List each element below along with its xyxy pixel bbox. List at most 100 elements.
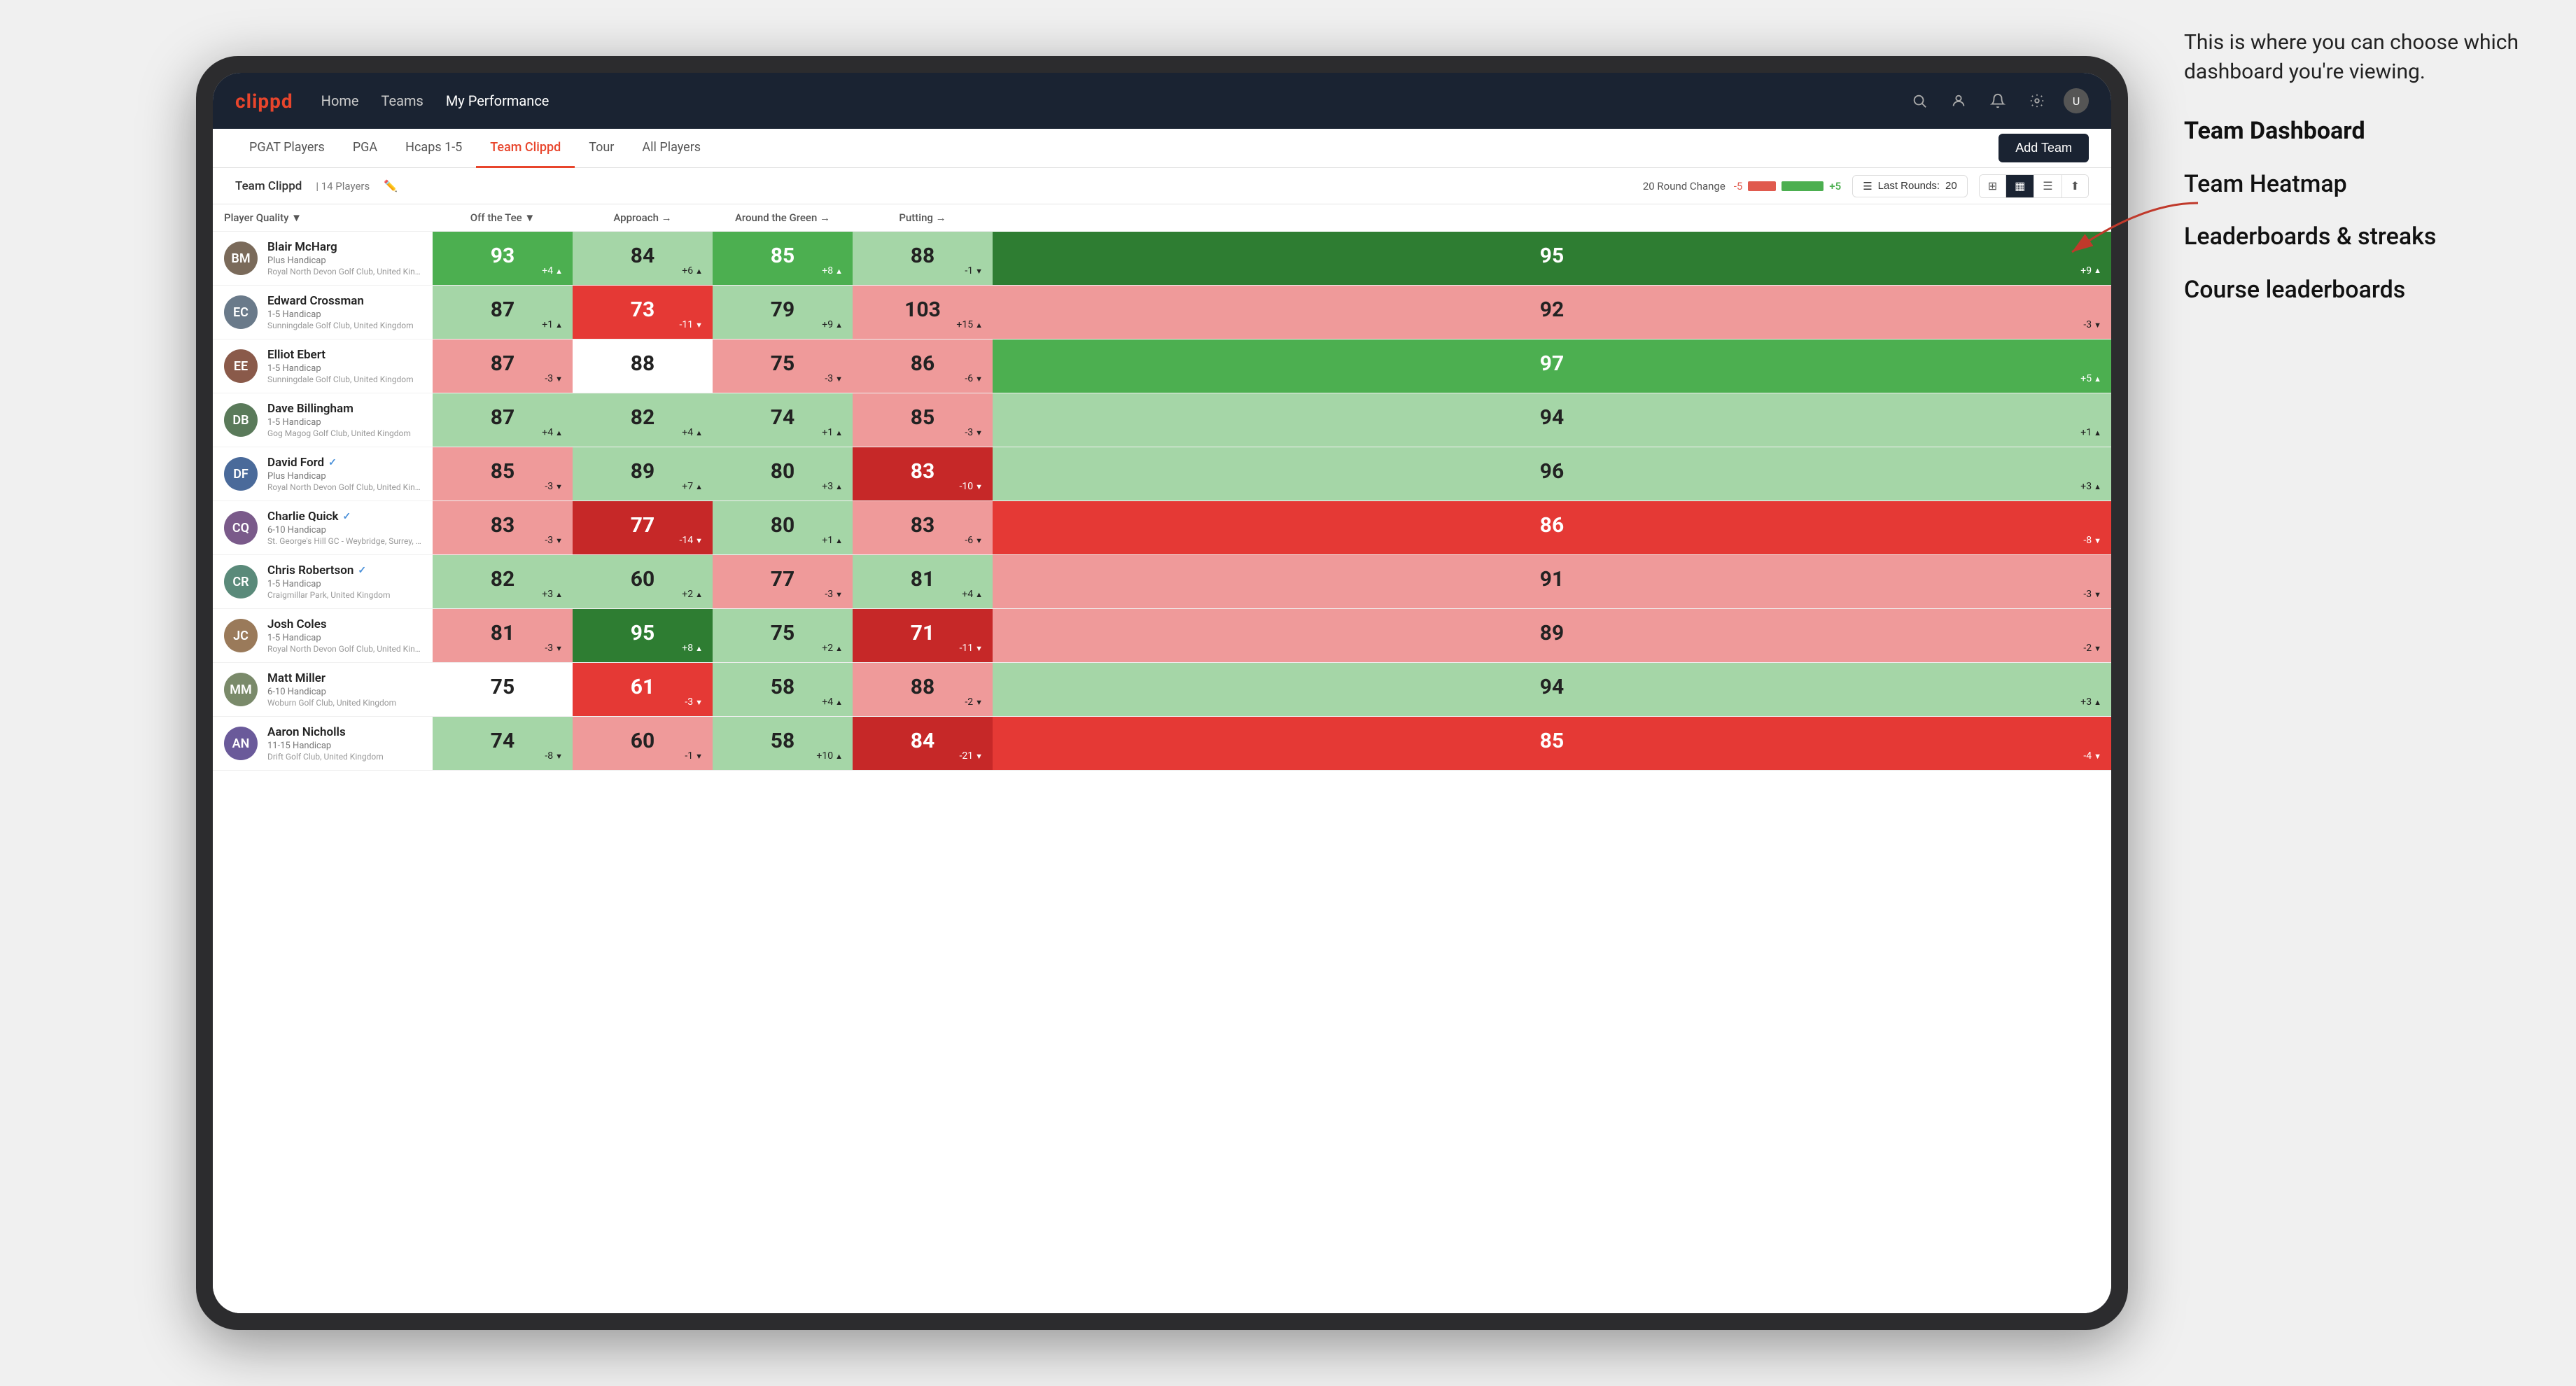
metric-main-value: 80 bbox=[771, 459, 794, 484]
view-heatmap-btn[interactable]: ▦ bbox=[2006, 175, 2034, 197]
metric-main-value: 85 bbox=[911, 405, 934, 430]
metric-main-value: 95 bbox=[631, 621, 654, 645]
metric-cell-approach-0: 85+8▲ bbox=[713, 232, 853, 286]
metric-main-value: 97 bbox=[1540, 351, 1564, 376]
metric-change: +2▲ bbox=[822, 643, 843, 654]
metric-cell-putting-4: 96+3▲ bbox=[993, 447, 2111, 501]
metric-main-value: 82 bbox=[491, 567, 514, 592]
table-row: EEElliot Ebert1-5 HandicapSunningdale Go… bbox=[213, 340, 2111, 393]
navbar: clippd Home Teams My Performance bbox=[213, 73, 2111, 129]
col-off-tee[interactable]: Off the Tee ▼ bbox=[433, 204, 573, 232]
view-list-btn[interactable]: ☰ bbox=[2034, 175, 2062, 197]
player-cell-9[interactable]: ANAaron Nicholls11-15 HandicapDrift Golf… bbox=[213, 717, 433, 771]
nav-item-teams[interactable]: Teams bbox=[382, 92, 424, 109]
metric-change: -3▼ bbox=[825, 589, 843, 600]
metric-cell-tee-8: 61-3▼ bbox=[573, 663, 713, 717]
metric-change: -6▼ bbox=[965, 535, 983, 546]
subnav-team-clippd[interactable]: Team Clippd bbox=[476, 129, 575, 168]
tablet-screen: clippd Home Teams My Performance bbox=[213, 73, 2111, 1313]
player-handicap: 11-15 Handicap bbox=[267, 741, 421, 751]
metric-cell-tee-7: 95+8▲ bbox=[573, 609, 713, 663]
nav-item-my-performance[interactable]: My Performance bbox=[446, 92, 550, 109]
player-avatar: JC bbox=[224, 619, 258, 652]
user-avatar[interactable]: U bbox=[2064, 88, 2089, 113]
metric-cell-quality-9: 74 -8▼ bbox=[433, 717, 573, 771]
metric-main-value: 58 bbox=[771, 729, 794, 753]
metric-change: -4▼ bbox=[2083, 750, 2101, 762]
player-cell-5[interactable]: CQCharlie Quick ✓6-10 HandicapSt. George… bbox=[213, 501, 433, 555]
metric-change: -11▼ bbox=[960, 643, 983, 654]
person-icon[interactable] bbox=[1946, 88, 1971, 113]
last-rounds-button[interactable]: ☰ Last Rounds: 20 bbox=[1852, 175, 1968, 197]
metric-change: -2▼ bbox=[965, 696, 983, 708]
metric-main-value: 89 bbox=[631, 459, 654, 484]
settings-icon[interactable] bbox=[2024, 88, 2050, 113]
last-rounds-value: 20 bbox=[1945, 180, 1957, 192]
metric-main-value: 94 bbox=[1540, 675, 1564, 699]
round-change-label: 20 Round Change bbox=[1643, 180, 1726, 192]
metric-cell-around-2: 86-6▼ bbox=[853, 340, 993, 393]
player-cell-8[interactable]: MMMatt Miller6-10 HandicapWoburn Golf Cl… bbox=[213, 663, 433, 717]
subnav-all-players[interactable]: All Players bbox=[628, 129, 715, 168]
player-cell-0[interactable]: BMBlair McHargPlus HandicapRoyal North D… bbox=[213, 232, 433, 286]
annotation-list: Team DashboardTeam HeatmapLeaderboards &… bbox=[2184, 115, 2548, 307]
nav-item-home[interactable]: Home bbox=[321, 92, 359, 109]
metric-change: -14▼ bbox=[680, 535, 704, 546]
subnav: PGAT Players PGA Hcaps 1-5 Team Clippd T… bbox=[213, 129, 2111, 168]
metric-cell-approach-4: 80+3▲ bbox=[713, 447, 853, 501]
player-cell-7[interactable]: JCJosh Coles1-5 HandicapRoyal North Devo… bbox=[213, 609, 433, 663]
subnav-pga[interactable]: PGA bbox=[339, 129, 391, 168]
view-more-btn[interactable]: ⬆ bbox=[2062, 175, 2088, 197]
metric-main-value: 61 bbox=[631, 675, 654, 699]
metric-cell-around-1: 103+15▲ bbox=[853, 286, 993, 340]
metric-change: +6▲ bbox=[682, 265, 703, 276]
metric-main-value: 75 bbox=[771, 351, 794, 376]
metric-main-value: 86 bbox=[1540, 513, 1564, 538]
add-team-button[interactable]: Add Team bbox=[1998, 134, 2089, 162]
search-icon[interactable] bbox=[1907, 88, 1932, 113]
edit-icon[interactable]: ✏️ bbox=[384, 179, 398, 192]
navbar-icons: U bbox=[1907, 88, 2089, 113]
player-cell-4[interactable]: DFDavid Ford ✓Plus HandicapRoyal North D… bbox=[213, 447, 433, 501]
view-grid-btn[interactable]: ⊞ bbox=[1980, 175, 2006, 197]
player-cell-2[interactable]: EEElliot Ebert1-5 HandicapSunningdale Go… bbox=[213, 340, 433, 393]
metric-main-value: 88 bbox=[911, 244, 934, 268]
metric-change: +8▲ bbox=[822, 265, 843, 276]
tablet-frame: clippd Home Teams My Performance bbox=[196, 56, 2128, 1330]
player-cell-3[interactable]: DBDave Billingham1-5 HandicapGog Magog G… bbox=[213, 393, 433, 447]
metric-main-value: 86 bbox=[911, 351, 934, 376]
player-cell-6[interactable]: CRChris Robertson ✓1-5 HandicapCraigmill… bbox=[213, 555, 433, 609]
annotation-item-0: Team Dashboard bbox=[2184, 115, 2548, 148]
player-club: Royal North Devon Golf Club, United King… bbox=[267, 267, 421, 276]
player-avatar: DB bbox=[224, 403, 258, 437]
player-cell-1[interactable]: ECEdward Crossman1-5 HandicapSunningdale… bbox=[213, 286, 433, 340]
col-around-green[interactable]: Around the Green → bbox=[713, 204, 853, 232]
bell-icon[interactable] bbox=[1985, 88, 2010, 113]
subnav-hcaps[interactable]: Hcaps 1-5 bbox=[391, 129, 476, 168]
subnav-tour[interactable]: Tour bbox=[575, 129, 628, 168]
metric-cell-around-9: 84-21▼ bbox=[853, 717, 993, 771]
metric-change: -3▼ bbox=[2083, 319, 2101, 330]
metric-change: -8▼ bbox=[2083, 535, 2101, 546]
metric-change: +15▲ bbox=[956, 319, 983, 330]
metric-main-value: 83 bbox=[911, 459, 934, 484]
metric-change: +10▲ bbox=[816, 750, 843, 762]
metric-change: -8▼ bbox=[545, 750, 563, 762]
player-club: Drift Golf Club, United Kingdom bbox=[267, 752, 421, 762]
view-toggle: ⊞ ▦ ☰ ⬆ bbox=[1979, 174, 2089, 198]
metric-change: -21▼ bbox=[960, 750, 983, 762]
subnav-pgat-players[interactable]: PGAT Players bbox=[235, 129, 339, 168]
player-count: | 14 Players bbox=[316, 180, 370, 192]
last-rounds-label: Last Rounds: bbox=[1878, 180, 1940, 192]
metric-cell-putting-8: 94+3▲ bbox=[993, 663, 2111, 717]
col-putting[interactable]: Putting → bbox=[853, 204, 993, 232]
metric-cell-putting-0: 95+9▲ bbox=[993, 232, 2111, 286]
metric-main-value: 87 bbox=[491, 351, 514, 376]
metric-change: -10▼ bbox=[960, 481, 983, 492]
col-approach[interactable]: Approach → bbox=[573, 204, 713, 232]
metric-cell-tee-0: 84+6▲ bbox=[573, 232, 713, 286]
metric-main-value: 96 bbox=[1540, 459, 1564, 484]
player-handicap: 1-5 Handicap bbox=[267, 579, 421, 589]
col-player-quality[interactable]: Player Quality ▼ bbox=[213, 204, 433, 232]
metric-main-value: 74 bbox=[491, 729, 514, 753]
